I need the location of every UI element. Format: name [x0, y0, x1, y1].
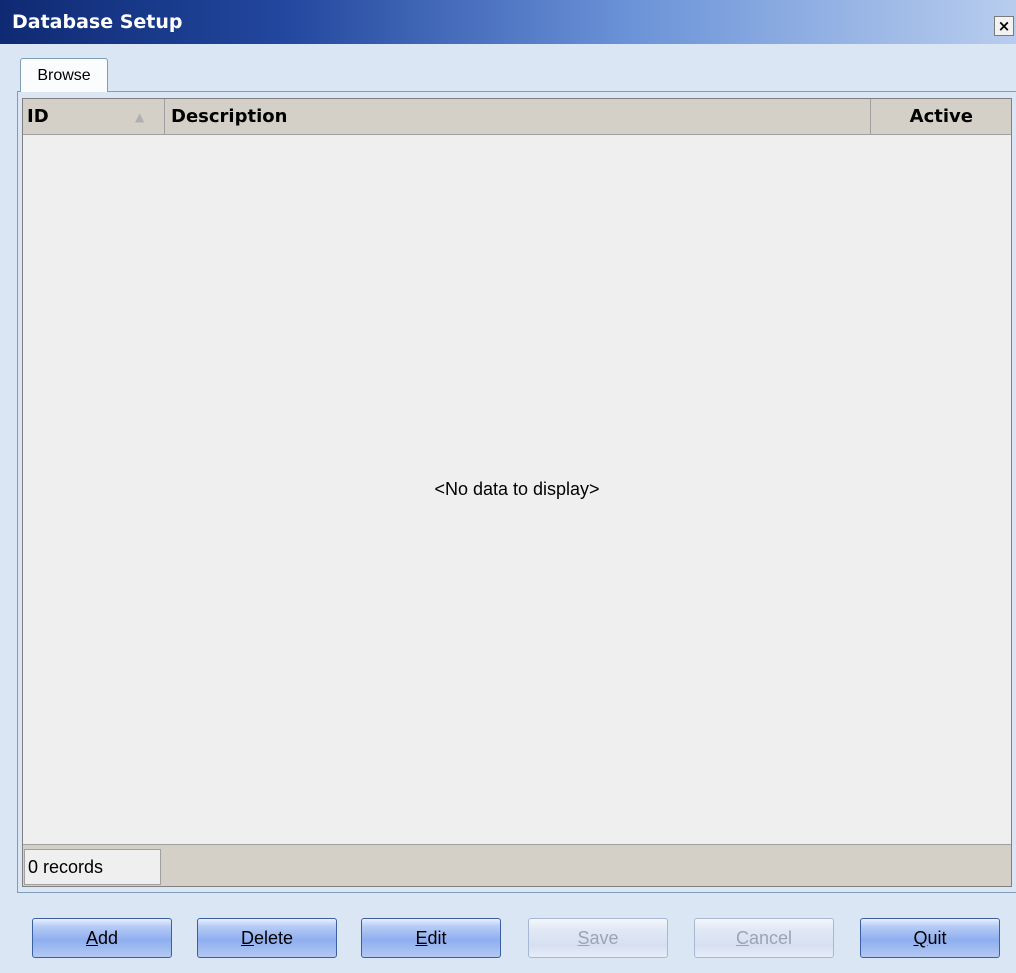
delete-button-mnemonic: D — [240, 928, 254, 948]
column-header-id[interactable]: ID ▲ — [23, 99, 165, 134]
empty-grid-message: <No data to display> — [434, 479, 600, 499]
quit-button[interactable]: Quit — [860, 918, 1000, 958]
title-bar[interactable]: Database Setup × — [0, 0, 1016, 44]
save-button[interactable]: Save — [528, 918, 668, 958]
quit-button-label: uit — [927, 928, 947, 948]
save-button-mnemonic: S — [577, 928, 590, 948]
edit-button-mnemonic: E — [415, 928, 428, 948]
cancel-button[interactable]: Cancel — [694, 918, 834, 958]
record-count: 0 records — [24, 849, 161, 885]
add-button-mnemonic: A — [85, 928, 98, 948]
close-icon[interactable]: × — [994, 16, 1014, 36]
column-header-active[interactable]: Active — [871, 99, 1011, 134]
delete-button-label: elete — [253, 928, 294, 948]
edit-button-label: dit — [427, 928, 447, 948]
delete-button[interactable]: Delete — [197, 918, 337, 958]
grid-header: ID ▲ Description Active — [23, 99, 1011, 135]
cancel-button-label: ancel — [748, 928, 793, 948]
cancel-button-mnemonic: C — [735, 928, 749, 948]
window-title: Database Setup — [12, 11, 183, 33]
column-header-description[interactable]: Description — [165, 99, 871, 134]
grid-footer: 0 records — [23, 844, 1011, 886]
quit-button-mnemonic: Q — [913, 928, 928, 948]
sort-ascending-icon: ▲ — [135, 110, 145, 124]
save-button-label: ave — [589, 928, 619, 948]
data-grid[interactable]: ID ▲ Description Active <No data to disp… — [22, 98, 1012, 887]
add-button-label: dd — [97, 928, 119, 948]
tab-browse[interactable]: Browse — [20, 58, 108, 92]
column-header-id-label: ID — [27, 106, 49, 127]
edit-button[interactable]: Edit — [361, 918, 501, 958]
add-button[interactable]: Add — [32, 918, 172, 958]
